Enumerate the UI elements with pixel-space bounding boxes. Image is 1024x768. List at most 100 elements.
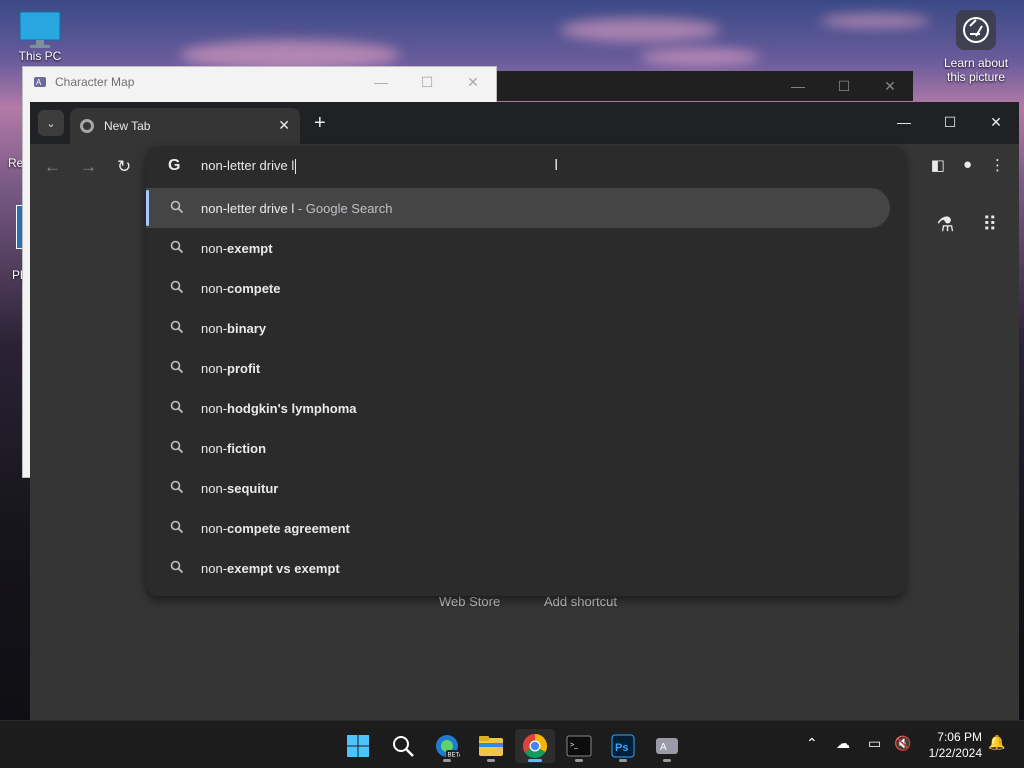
taskbar-character-map[interactable]: A [647, 729, 687, 763]
suggestion-prefix: non- [201, 520, 228, 536]
search-icon [170, 320, 184, 334]
edge-beta-icon: BETA [436, 735, 461, 759]
tab-title: New Tab [104, 119, 151, 133]
omnibox-suggestion[interactable]: non-letter drive l - Google Search [146, 188, 890, 228]
learn-label: Learn about this picture [943, 56, 1009, 84]
reload-icon[interactable]: ↻ [117, 157, 131, 177]
clock[interactable]: 7:06 PM 1/22/2024 [929, 729, 982, 761]
suggestion-completion: exempt [227, 240, 273, 256]
camera-icon [956, 10, 996, 50]
tab-search-button[interactable]: ⌄ [38, 110, 64, 136]
suggestion-completion: fiction [227, 440, 267, 456]
start-button[interactable] [338, 729, 378, 763]
profile-icon[interactable]: ● [963, 156, 972, 174]
back-arrow-icon[interactable]: ← [44, 157, 61, 177]
tray-chevron-up-icon[interactable]: ⌃ [806, 735, 818, 752]
svg-text:A: A [660, 742, 667, 753]
taskbar-chrome[interactable] [515, 729, 555, 763]
bg-maximize-button[interactable]: ☐ [821, 71, 867, 101]
minimize-button[interactable]: — [881, 102, 927, 144]
running-indicator [575, 759, 583, 762]
omnibox-dropdown[interactable]: G non-letter drive l I non-letter drive … [146, 146, 905, 596]
search-icon [170, 240, 184, 254]
suggestion-prefix: non- [201, 400, 228, 416]
suggestion-completion: compete agreement [227, 520, 350, 536]
bg-minimize-button[interactable]: — [775, 71, 821, 101]
forward-arrow-icon[interactable]: → [80, 157, 97, 177]
omnibox-suggestion[interactable]: non-binary [146, 308, 890, 348]
charmap-maximize-button[interactable]: ☐ [404, 67, 450, 97]
background-window-titlebar[interactable]: — ☐ ✕ [497, 71, 913, 101]
omnibox-suggestion[interactable]: non-profit [146, 348, 890, 388]
running-indicator [443, 759, 451, 762]
web-store-link[interactable]: Web Store [439, 594, 500, 609]
onedrive-cloud-icon[interactable]: ☁ [836, 735, 850, 752]
suggestion-text: non-exempt [201, 241, 273, 256]
suggestion-prefix: non- [201, 280, 228, 296]
tab-close-icon[interactable]: ✕ [278, 117, 290, 134]
svg-text:BETA: BETA [448, 753, 461, 759]
taskbar-photoshop[interactable]: Ps [603, 729, 643, 763]
this-pc-icon[interactable]: This PC [14, 10, 66, 63]
apps-grid-icon[interactable]: ⠿ [982, 212, 997, 237]
chrome-icon [522, 734, 548, 759]
omnibox-input[interactable]: G non-letter drive l I [146, 146, 905, 186]
new-tab-button[interactable]: + [314, 112, 326, 135]
search-icon [170, 520, 184, 534]
omnibox-text: non-letter drive l [201, 158, 295, 173]
bg-close-button[interactable]: ✕ [867, 71, 913, 101]
charmap-minimize-button[interactable]: — [358, 67, 404, 97]
svg-text:>_: >_ [570, 742, 578, 749]
suggestion-suffix: - Google Search [294, 200, 393, 216]
search-icon [170, 200, 184, 214]
notification-bell-icon[interactable]: 🔔 [988, 734, 1005, 751]
omnibox-suggestion[interactable]: non-compete [146, 268, 890, 308]
chrome-favicon-icon [80, 119, 94, 133]
charmap-close-button[interactable]: ✕ [450, 67, 496, 97]
volume-muted-icon[interactable]: 🔇 [894, 735, 911, 752]
this-pc-label: This PC [18, 49, 62, 63]
omnibox-suggestion[interactable]: non-compete agreement [146, 508, 890, 548]
labs-flask-icon[interactable]: ⚗ [936, 212, 954, 237]
taskbar-edge-beta[interactable]: BETA [427, 729, 467, 763]
tab-new-tab[interactable]: New Tab ✕ [70, 108, 300, 144]
omnibox-suggestion[interactable]: non-fiction [146, 428, 890, 468]
omnibox-suggestion[interactable]: non-exempt vs exempt [146, 548, 890, 588]
running-indicator [487, 759, 495, 762]
search-icon [170, 480, 184, 494]
windows-logo-icon [347, 735, 369, 757]
side-panel-icon[interactable]: ◧ [931, 156, 945, 174]
taskbar-terminal[interactable]: >_ [559, 729, 599, 763]
omnibox-suggestion[interactable]: non-exempt [146, 228, 890, 268]
suggestion-prefix: non- [201, 480, 228, 496]
suggestion-text: non-compete agreement [201, 521, 350, 536]
maximize-button[interactable]: ☐ [927, 102, 973, 144]
menu-kebab-icon[interactable]: ⋮ [990, 156, 1005, 174]
character-map-icon: A [656, 738, 678, 754]
running-indicator [619, 759, 627, 762]
suggestion-text: non-binary [201, 321, 266, 336]
taskbar-search-button[interactable] [383, 729, 423, 763]
search-icon [170, 360, 184, 374]
taskbar: BETA >_ Ps A ⌃ ☁ ▭ 🔇 7:06 PM 1/22/2024 🔔 [0, 720, 1024, 768]
close-button[interactable]: ✕ [973, 102, 1019, 144]
suggestion-prefix: non- [201, 440, 228, 456]
text-caret [295, 159, 297, 175]
network-icon[interactable]: ▭ [868, 735, 881, 752]
add-shortcut-link[interactable]: Add shortcut [544, 594, 617, 609]
search-icon [170, 440, 184, 454]
taskbar-file-explorer[interactable] [471, 729, 511, 763]
ibeam-cursor-icon: I [554, 157, 559, 174]
active-indicator [528, 759, 542, 762]
suggestion-completion: binary [227, 320, 267, 336]
search-icon [170, 560, 184, 574]
terminal-icon: >_ [566, 735, 592, 757]
omnibox-suggestion[interactable]: non-hodgkin's lymphoma [146, 388, 890, 428]
omnibox-suggestion[interactable]: non-sequitur [146, 468, 890, 508]
suggestion-completion: hodgkin's lymphoma [227, 400, 357, 416]
suggestion-text: non-letter drive l - Google Search [201, 201, 393, 216]
suggestion-completion: profit [227, 360, 261, 376]
charmap-app-icon: A [34, 77, 46, 87]
learn-about-picture[interactable]: Learn about this picture [938, 10, 1014, 84]
search-icon [393, 736, 414, 757]
